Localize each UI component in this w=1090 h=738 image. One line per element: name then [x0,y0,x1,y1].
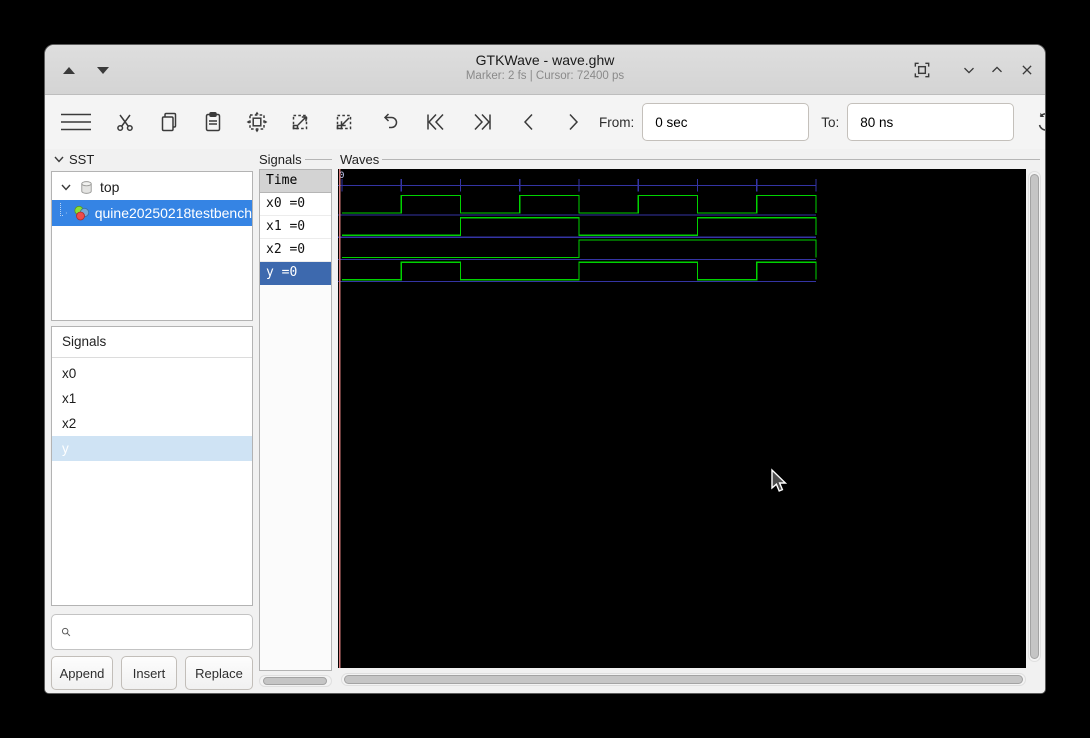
signal-list-frame-text: Signals [259,151,302,167]
tree-guide-line [60,202,64,216]
search-input[interactable] [72,614,252,650]
window-title-block: GTKWave - wave.ghw Marker: 2 fs | Cursor… [45,51,1045,84]
tree-item-label: quine20250218testbench [94,205,252,221]
window-title: GTKWave - wave.ghw [475,52,615,68]
sst-expander[interactable]: SST [53,151,249,167]
module-icon [74,205,89,221]
waves-hscrollbar[interactable] [341,673,1026,686]
sst-header-label: SST [69,151,95,167]
titlebar[interactable]: GTKWave - wave.ghw Marker: 2 fs | Cursor… [45,45,1045,95]
signal-row-y[interactable]: y =0 [260,262,331,285]
tree-item-top[interactable]: top [52,174,252,200]
signal-item-x0[interactable]: x0 [52,361,252,386]
undo-icon [383,113,398,129]
step-right-button[interactable] [561,110,585,134]
signal-row-x1[interactable]: x1 =0 [260,216,331,239]
step-left-button[interactable] [517,110,541,134]
desktop: GTKWave - wave.ghw Marker: 2 fs | Cursor… [0,0,1090,738]
paste-button[interactable] [201,110,225,134]
search-icon [61,627,71,637]
expander-right-icon[interactable] [65,207,68,219]
mouse-cursor [771,468,788,492]
database-icon [81,180,92,194]
frame-line [382,158,1040,160]
expander-down-icon[interactable] [60,181,72,193]
signal-list-frame-label: Signals [259,151,332,167]
go-to-start-icon [427,113,444,131]
scrollbar-thumb[interactable] [1030,174,1039,659]
signal-column-hscrollbar[interactable] [259,675,332,687]
reload-button[interactable] [1034,110,1045,134]
pane-splitter-left[interactable] [253,149,259,693]
maximize-button[interactable] [985,58,1009,82]
waves-frame-label: Waves [340,151,1040,167]
go-to-end-button[interactable] [469,110,497,134]
scrollbar-thumb[interactable] [344,675,1023,684]
waves-frame-text: Waves [340,151,380,167]
zoom-out-button[interactable] [333,110,357,134]
signal-row-x2[interactable]: x2 =0 [260,239,331,262]
chevron-down-icon [964,67,974,74]
paste-icon [205,112,221,132]
marker-cursor-status: Marker: 2 fs | Cursor: 72400 ps [465,70,625,82]
cut-button[interactable] [113,110,137,134]
go-to-start-button[interactable] [421,110,449,134]
chevron-right-icon [569,113,579,131]
menu-icon [61,113,91,131]
fullscreen-icon [914,62,930,78]
frame-line [304,158,332,160]
insert-button[interactable]: Insert [121,656,177,690]
tree-item-testbench[interactable]: quine20250218testbench [52,200,252,226]
gtkwave-window: GTKWave - wave.ghw Marker: 2 fs | Cursor… [44,44,1046,694]
copy-icon [161,112,177,132]
waves-vscrollbar[interactable] [1028,171,1041,662]
toolbar: From: To: [45,95,1045,149]
undo-button[interactable] [377,110,401,134]
zoom-fit-button[interactable] [245,110,269,134]
zoom-out-icon [336,114,352,130]
to-label: To: [821,114,840,130]
signal-search-box[interactable] [51,614,253,650]
signals-browser-header: Signals [52,327,252,358]
signal-row-x0[interactable]: x0 =0 [260,193,331,216]
signals-browser: Signals x0 x1 x2 y [51,326,253,606]
chevron-left-icon [523,113,533,131]
signal-item-x2[interactable]: x2 [52,411,252,436]
zoom-fit-icon [246,111,268,133]
menu-button[interactable] [59,110,93,134]
zoom-in-button[interactable] [289,110,313,134]
fullscreen-button[interactable] [910,58,934,82]
to-input[interactable] [847,103,1015,141]
signal-item-y[interactable]: y [52,436,252,461]
from-input[interactable] [642,103,810,141]
close-icon [1022,65,1032,75]
main-area: SST top quine20250218testbench Signals x… [45,149,1045,693]
signal-name-column: Time x0 =0 x1 =0 x2 =0 y =0 [259,169,332,671]
zoom-in-icon [292,114,308,130]
reload-icon [1039,112,1045,131]
from-label: From: [599,114,635,130]
chevron-down-icon [54,156,64,163]
append-button[interactable]: Append [51,656,113,690]
replace-button[interactable]: Replace [185,656,253,690]
signal-item-x1[interactable]: x1 [52,386,252,411]
scrollbar-thumb[interactable] [263,677,327,685]
tree-item-label: top [100,179,120,195]
cut-icon [117,114,133,132]
sst-tree: top quine20250218testbench [51,171,253,321]
copy-button[interactable] [157,110,181,134]
waveform-plot: 0 [338,169,817,668]
close-button[interactable] [1015,58,1039,82]
go-to-end-icon [474,113,491,131]
minimize-button[interactable] [957,58,981,82]
waveform-canvas[interactable]: 0 [338,169,1026,668]
time-header[interactable]: Time [260,170,331,193]
chevron-up-icon [992,66,1002,73]
